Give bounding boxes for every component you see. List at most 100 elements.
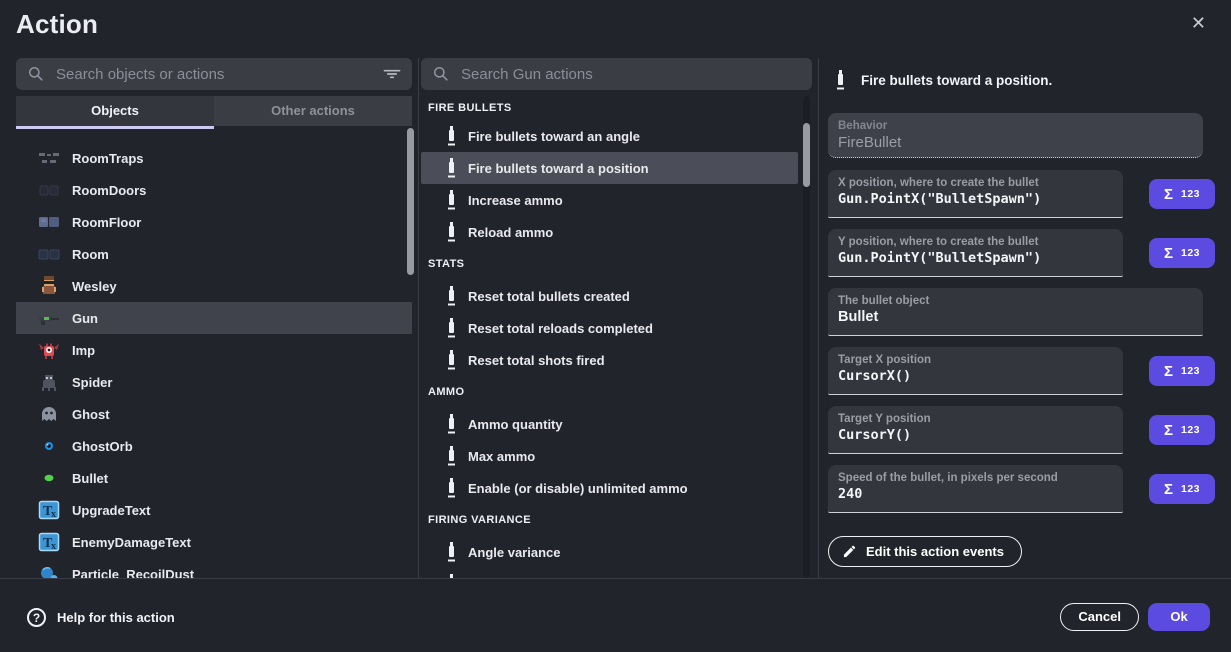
field-label: The bullet object [838, 295, 1193, 307]
object-item-ghost[interactable]: Ghost [16, 398, 412, 430]
object-item-ghostorb[interactable]: GhostOrb [16, 430, 412, 462]
roomfloor-icon [37, 210, 61, 234]
object-item-bullet[interactable]: Bullet [16, 462, 412, 494]
field-value: Bullet [838, 309, 1193, 325]
action-item-fire-bullets-toward-a-position[interactable]: Fire bullets toward a position [421, 152, 798, 184]
action-item-ammo-quantity[interactable]: Ammo quantity [421, 408, 798, 440]
action-item-angle-variance[interactable]: Angle variance [421, 536, 798, 568]
object-label: UpgradeText [72, 503, 151, 518]
expression-editor-button[interactable]: Σ 123 [1149, 474, 1215, 504]
bulletdot-icon [37, 466, 61, 490]
action-item-increase-ammo[interactable]: Increase ammo [421, 184, 798, 216]
field-y-position-where-to-create-the-bullet[interactable]: Y position, where to create the bulletGu… [828, 229, 1123, 277]
action-item-reset-total-reloads-completed[interactable]: Reset total reloads completed [421, 312, 798, 344]
expression-editor-button[interactable]: Σ123 [1149, 356, 1215, 386]
action-item-reset-total-shots-fired[interactable]: Reset total shots fired [421, 344, 798, 376]
object-label: Spider [72, 375, 112, 390]
bullet-action-icon [445, 157, 458, 179]
object-label: Imp [72, 343, 95, 358]
field-value: FireBullet [838, 134, 1193, 151]
action-label: Reset total bullets created [468, 289, 630, 304]
help-label: Help for this action [57, 610, 175, 625]
object-item-upgradetext[interactable]: TxUpgradeText [16, 494, 412, 526]
object-item-spider[interactable]: Spider [16, 366, 412, 398]
close-icon[interactable]: ✕ [1191, 14, 1206, 32]
parameter-row: X position, where to create the bulletGu… [828, 170, 1215, 229]
field-behavior: BehaviorFireBullet [828, 113, 1203, 158]
action-label: Fire bullets toward an angle [468, 129, 640, 144]
numbers-icon: 123 [1181, 424, 1200, 436]
object-label: Room [72, 247, 109, 262]
action-label: Angle variance [468, 545, 561, 560]
object-item-roomtraps[interactable]: RoomTraps [16, 142, 412, 174]
search-icon [431, 64, 451, 84]
divider [418, 58, 419, 578]
field-x-position-where-to-create-the-bullet[interactable]: X position, where to create the bulletGu… [828, 170, 1123, 218]
field-label: X position, where to create the bullet [838, 177, 1113, 189]
object-label: Particle_RecoilDust [72, 567, 194, 579]
object-item-particle_recoildust[interactable]: Particle_RecoilDust [16, 558, 412, 578]
bullet-action-icon [445, 221, 458, 243]
field-label: Target Y position [838, 413, 1113, 425]
parameter-row: Target X positionCursorX() Σ123 [828, 347, 1215, 406]
field-the-bullet-object[interactable]: The bullet object Bullet [828, 288, 1203, 336]
object-item-enemydamagetext[interactable]: TxEnemyDamageText [16, 526, 412, 558]
object-label: Gun [72, 311, 98, 326]
objects-search-input[interactable] [16, 58, 412, 90]
bullet-action-icon [445, 125, 458, 147]
tab-other-actions[interactable]: Other actions [214, 96, 412, 126]
spider-icon [37, 370, 61, 394]
action-item-reload-ammo[interactable]: Reload ammo [421, 216, 798, 248]
field-speed-of-the-bullet-in-pixels-per-second[interactable]: Speed of the bullet, in pixels per secon… [828, 465, 1123, 513]
action-item-fire-bullets-toward-an-angle[interactable]: Fire bullets toward an angle [421, 120, 798, 152]
tab-objects[interactable]: Objects [16, 96, 214, 126]
action-item-reset-total-bullets-created[interactable]: Reset total bullets created [421, 280, 798, 312]
object-item-gun[interactable]: Gun [16, 302, 412, 334]
action-label: Enable (or disable) unlimited ammo [468, 481, 688, 496]
section-header: AMMO [421, 376, 812, 408]
section-header: STATS [421, 248, 812, 280]
expression-editor-button[interactable]: Σ123 [1149, 415, 1215, 445]
object-label: Wesley [72, 279, 117, 294]
numbers-icon: 123 [1181, 483, 1200, 495]
object-label: GhostOrb [72, 439, 133, 454]
field-target-x-position[interactable]: Target X positionCursorX() [828, 347, 1123, 395]
cancel-button[interactable]: Cancel [1060, 603, 1139, 631]
filter-icon[interactable] [382, 64, 402, 84]
help-link[interactable]: ? Help for this action [27, 608, 175, 627]
field-value: 240 [838, 486, 1113, 502]
field-value: CursorY() [838, 427, 1113, 443]
object-item-wesley[interactable]: Wesley [16, 270, 412, 302]
object-item-roomfloor[interactable]: RoomFloor [16, 206, 412, 238]
bullet-action-icon [445, 541, 458, 563]
edit-action-events-button[interactable]: Edit this action events [828, 536, 1022, 567]
svg-text:x: x [51, 541, 56, 552]
object-item-imp[interactable]: Imp [16, 334, 412, 366]
expression-editor-button[interactable]: Σ123 [1149, 179, 1215, 209]
ok-button[interactable]: Ok [1148, 603, 1210, 631]
object-item-roomdoors[interactable]: RoomDoors [16, 174, 412, 206]
actions-search-input[interactable] [421, 58, 812, 90]
actions-scrollbar[interactable] [803, 123, 810, 187]
object-item-room[interactable]: Room [16, 238, 412, 270]
object-label: Ghost [72, 407, 110, 422]
action-label: Reset total shots fired [468, 353, 605, 368]
field-target-y-position[interactable]: Target Y position CursorY() [828, 406, 1123, 454]
expression-editor-button[interactable]: Σ123 [1149, 238, 1215, 268]
parameter-row: Y position, where to create the bulletGu… [828, 229, 1215, 288]
edit-button-label: Edit this action events [866, 544, 1004, 559]
gun-icon [37, 306, 61, 330]
action-item-clipped[interactable] [421, 568, 798, 578]
action-details-header: Fire bullets toward a position. [828, 70, 1215, 90]
sigma-icon: Σ [1164, 481, 1173, 498]
roomtraps-icon [37, 146, 61, 170]
action-item-max-ammo[interactable]: Max ammo [421, 440, 798, 472]
sigma-icon: Σ [1164, 186, 1173, 203]
footer: ? Help for this action Cancel Ok [0, 579, 1231, 652]
action-item-enable-or-disable-unlimited-ammo[interactable]: Enable (or disable) unlimited ammo [421, 472, 798, 504]
objects-scrollbar[interactable] [407, 128, 414, 275]
left-panel-tabs: ObjectsOther actions [16, 96, 412, 126]
field-value: CursorX() [838, 368, 1113, 384]
object-label: EnemyDamageText [72, 535, 191, 550]
action-label: Ammo quantity [468, 417, 563, 432]
